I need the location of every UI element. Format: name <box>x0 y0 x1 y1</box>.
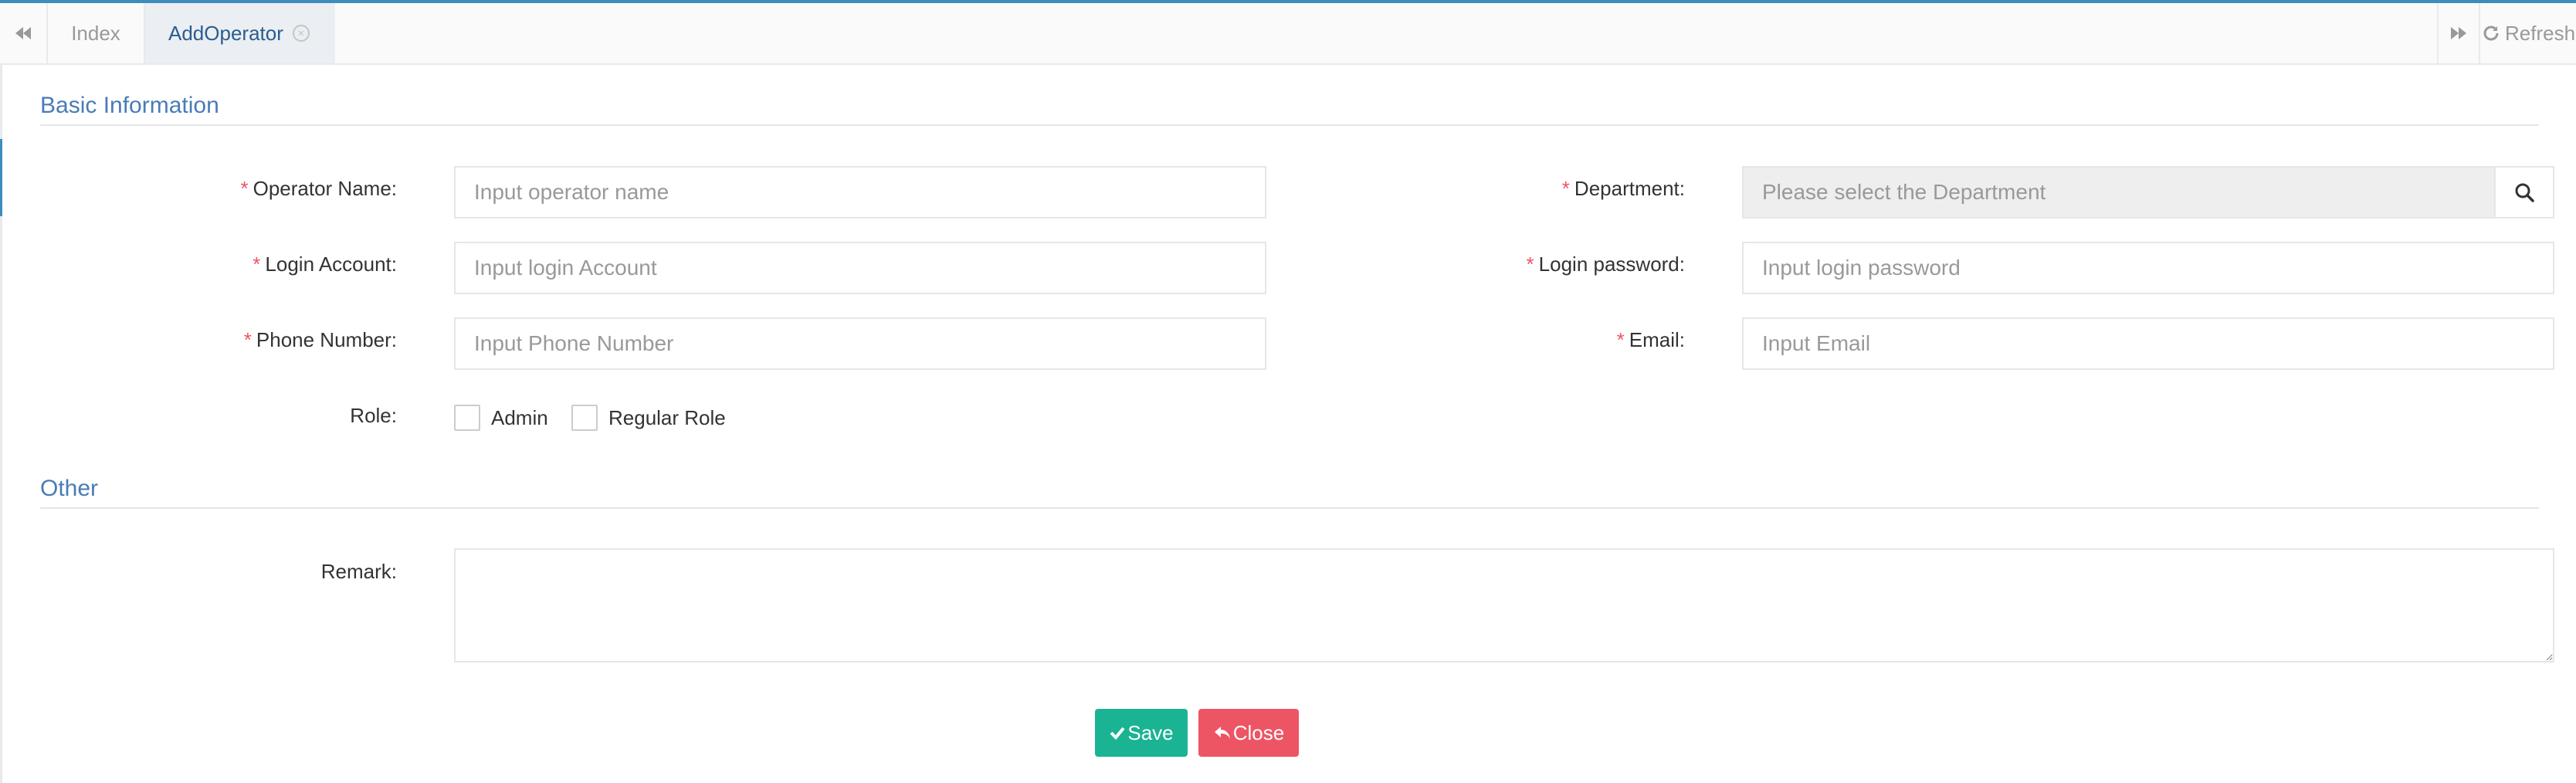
email-label: * Email: <box>1616 328 1685 351</box>
required-marker: * <box>1526 253 1534 276</box>
tab-bar: Index AddOperator × Refresh <box>0 3 2576 65</box>
reply-icon <box>1214 727 1230 739</box>
save-button[interactable]: Save <box>1095 709 1188 757</box>
save-label: Save <box>1127 720 1174 744</box>
required-marker: * <box>1616 328 1625 351</box>
check-icon <box>1110 727 1125 740</box>
required-marker: * <box>240 177 249 200</box>
left-accent-indicator <box>0 139 2 216</box>
operator-name-label: * Operator Name: <box>240 177 397 200</box>
login-account-input[interactable] <box>454 242 1266 294</box>
checkbox-label: Admin <box>491 405 548 429</box>
regular-role-checkbox[interactable] <box>571 405 598 431</box>
role-option-admin[interactable]: Admin <box>454 405 548 431</box>
tab-label: AddOperator <box>168 21 283 45</box>
remark-label: Remark: <box>320 560 397 583</box>
department-search-button[interactable] <box>2494 166 2554 219</box>
tab-addoperator[interactable]: AddOperator × <box>145 3 335 63</box>
login-account-label: * Login Account: <box>253 253 397 276</box>
remark-textarea[interactable] <box>454 548 2554 663</box>
tab-scroll-right-button[interactable] <box>2437 3 2480 63</box>
left-border <box>0 3 2 783</box>
department-label: * Department: <box>1561 177 1685 200</box>
section-title-other: Other <box>40 476 99 501</box>
close-button[interactable]: Close <box>1198 709 1299 757</box>
double-chevron-left-icon <box>15 27 31 39</box>
required-marker: * <box>243 328 252 351</box>
operator-name-input[interactable] <box>454 166 1266 219</box>
refresh-icon <box>2483 25 2499 41</box>
refresh-label: Refresh <box>2505 21 2576 45</box>
role-label: Role: <box>350 404 397 427</box>
section-divider <box>40 124 2539 126</box>
role-option-regular[interactable]: Regular Role <box>571 405 726 431</box>
login-password-input[interactable] <box>1742 242 2554 294</box>
phone-number-input[interactable] <box>454 317 1266 370</box>
section-divider <box>40 507 2539 509</box>
tab-scroll-left-button[interactable] <box>0 3 48 63</box>
circle-x-icon[interactable]: × <box>292 25 310 42</box>
required-marker: * <box>1561 177 1570 200</box>
close-label: Close <box>1232 720 1285 744</box>
department-input[interactable] <box>1742 166 2496 219</box>
login-password-label: * Login password: <box>1526 253 1685 276</box>
refresh-button[interactable]: Refresh <box>2480 3 2576 63</box>
checkbox-label: Regular Role <box>608 405 726 429</box>
admin-checkbox[interactable] <box>454 405 480 431</box>
section-title-basic: Basic Information <box>40 93 219 118</box>
tab-label: Index <box>71 21 120 45</box>
search-icon <box>2515 183 2534 202</box>
phone-number-label: * Phone Number: <box>243 328 397 351</box>
tab-index[interactable]: Index <box>48 3 145 63</box>
email-input[interactable] <box>1742 317 2554 370</box>
required-marker: * <box>253 253 261 276</box>
double-chevron-right-icon <box>2451 27 2466 39</box>
